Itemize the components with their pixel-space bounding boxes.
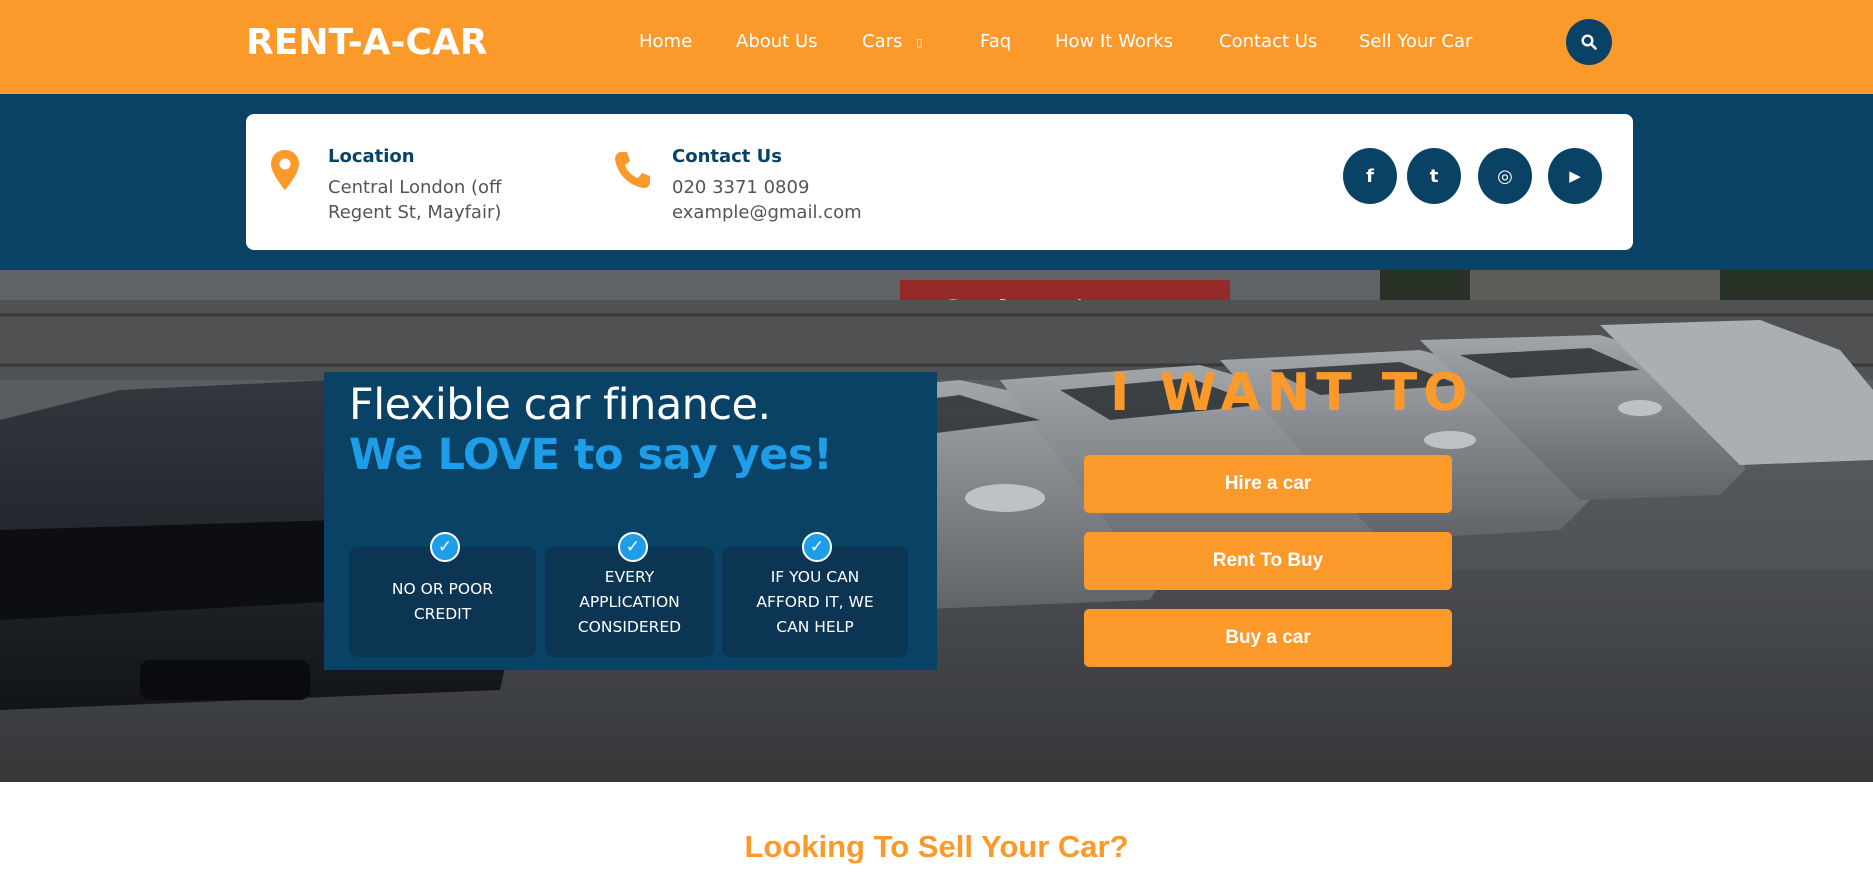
- nav-cars[interactable]: Cars ▯: [862, 31, 922, 52]
- rent-to-buy-button[interactable]: Rent To Buy: [1084, 532, 1452, 590]
- facebook-icon: f: [1366, 165, 1374, 187]
- feature-card-application: EVERY APPLICATION CONSIDERED: [545, 547, 714, 657]
- search-icon: [1581, 34, 1597, 50]
- feature-text-credit: NO OR POOR CREDIT: [391, 580, 494, 623]
- nav-about-us[interactable]: About Us: [736, 31, 818, 52]
- nav-how-it-works[interactable]: How It Works: [1055, 31, 1173, 52]
- chevron-down-icon: ▯: [916, 35, 923, 49]
- instagram-button[interactable]: ◎: [1478, 148, 1532, 204]
- feature-text-application: EVERY APPLICATION CONSIDERED: [577, 567, 682, 636]
- nav-faq[interactable]: Faq: [980, 31, 1011, 52]
- nav-cars-label: Cars: [862, 31, 903, 52]
- nav-home[interactable]: Home: [639, 31, 692, 52]
- location-line-1: Central London (off: [328, 177, 502, 198]
- twitter-button[interactable]: t: [1407, 148, 1461, 204]
- feature-card-afford: IF YOU CAN AFFORD IT, WE CAN HELP: [722, 547, 908, 657]
- location-line-2: Regent St, Mayfair): [328, 202, 502, 223]
- location-block: Location Central London (off Regent St, …: [328, 146, 501, 225]
- phone-icon: [615, 152, 650, 188]
- site-logo[interactable]: RENT-A-CAR: [246, 22, 487, 63]
- contact-block: Contact Us 020 3371 0809 example@gmail.c…: [672, 146, 862, 225]
- check-icon: ✓: [618, 532, 648, 562]
- finance-panel: Flexible car finance. We LOVE to say yes…: [324, 372, 937, 670]
- finance-subtitle: We LOVE to say yes!: [349, 430, 833, 480]
- nav-sell-your-car[interactable]: Sell Your Car: [1359, 31, 1472, 52]
- instagram-icon: ◎: [1497, 165, 1513, 187]
- contact-email[interactable]: example@gmail.com: [672, 200, 862, 225]
- buy-a-car-button[interactable]: Buy a car: [1084, 609, 1452, 667]
- map-pin-icon: [271, 150, 299, 190]
- youtube-button[interactable]: ▶: [1548, 148, 1602, 204]
- finance-title: Flexible car finance.: [349, 380, 771, 430]
- contact-phone[interactable]: 020 3371 0809: [672, 175, 862, 200]
- contact-title: Contact Us: [672, 146, 783, 167]
- feature-card-credit: NO OR POOR CREDIT: [349, 547, 536, 657]
- facebook-button[interactable]: f: [1343, 148, 1397, 204]
- check-icon: ✓: [430, 532, 460, 562]
- youtube-icon: ▶: [1569, 167, 1581, 185]
- sell-your-car-heading: Looking To Sell Your Car?: [744, 829, 1129, 864]
- twitter-icon: t: [1429, 165, 1439, 187]
- feature-text-afford: IF YOU CAN AFFORD IT, WE CAN HELP: [756, 567, 874, 636]
- nav-contact-us[interactable]: Contact Us: [1219, 31, 1317, 52]
- location-title: Location: [328, 146, 415, 167]
- hire-a-car-button[interactable]: Hire a car: [1084, 455, 1452, 513]
- top-header: RENT-A-CAR Home About Us Cars ▯ Faq How I…: [0, 0, 1873, 94]
- search-button[interactable]: [1566, 19, 1612, 65]
- check-icon: ✓: [802, 532, 832, 562]
- info-card: Location Central London (off Regent St, …: [246, 114, 1633, 250]
- want-to-heading: I WANT TO: [1110, 363, 1474, 423]
